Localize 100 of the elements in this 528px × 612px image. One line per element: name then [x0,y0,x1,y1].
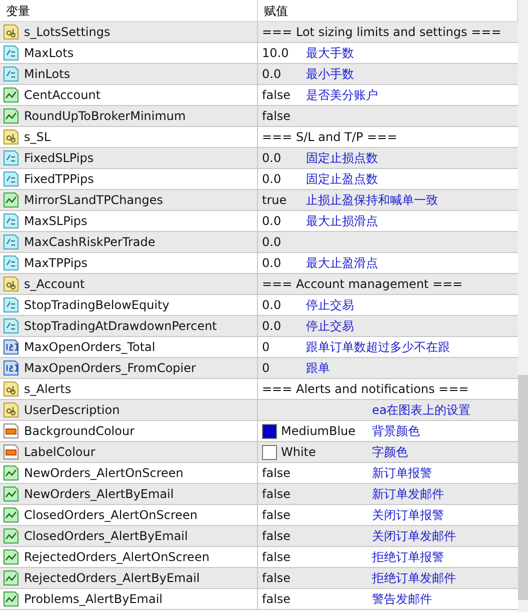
parameter-value[interactable]: 0.0 [262,319,300,333]
annotation-text: 新订单发邮件 [372,486,444,502]
number-type-icon [3,234,19,250]
boolean-type-icon [3,87,19,103]
number-type-icon [3,318,19,334]
number-type-icon [3,213,19,229]
text-type-icon [3,381,19,397]
annotation-text: 关闭订单发邮件 [372,528,456,544]
parameter-value[interactable]: 0.0 [262,214,300,228]
parameter-value[interactable]: false [262,592,366,606]
parameter-value[interactable]: false [262,550,366,564]
parameter-name: FixedTPPips [24,172,94,186]
parameter-name: UserDescription [24,403,120,417]
text-type-icon [3,276,19,292]
parameter-value[interactable]: false [262,466,366,480]
annotation-text: 停止交易 [306,318,354,334]
annotation-text: 新订单报警 [372,464,432,482]
parameter-value[interactable]: 0.0 [262,235,300,249]
number-type-icon [3,45,19,61]
annotation-text: 最小手数 [306,66,354,82]
parameter-value[interactable]: false [262,487,366,501]
parameter-name: MaxTPPips [24,256,88,270]
parameter-name: FixedSLPips [24,151,94,165]
annotation-text: 跟单订单数超过多少不在跟 [306,338,450,356]
parameter-name: MaxOpenOrders_Total [24,340,156,354]
parameter-name: RejectedOrders_AlertOnScreen [24,550,210,564]
annotation-text: 止损止盈保持和喊单一致 [306,192,438,208]
parameter-value[interactable]: false [262,529,366,543]
annotation-text: 固定止损点数 [306,150,378,166]
annotation-text: 字颜色 [372,444,408,460]
parameter-value[interactable]: 10.0 [262,46,300,60]
parameter-name: RoundUpToBrokerMinimum [24,109,186,123]
annotation-text: 是否美分账户 [306,86,378,104]
boolean-type-icon [3,570,19,586]
parameter-value[interactable]: false [262,508,366,522]
parameter-name: Problems_AlertByEmail [24,592,163,606]
parameter-name: ClosedOrders_AlertByEmail [24,529,188,543]
annotation-text: 最大止盈滑点 [306,254,378,272]
number-type-icon [3,66,19,82]
text-type-icon [3,129,19,145]
parameter-value[interactable]: MediumBlue [281,424,356,438]
parameter-name: StopTradingAtDrawdownPercent [24,319,217,333]
scrollbar[interactable] [518,0,528,612]
annotation-text: 拒绝订单报警 [372,548,444,566]
color-type-icon [3,444,19,460]
parameter-value[interactable]: 0.0 [262,172,300,186]
text-type-icon [3,402,19,418]
annotation-text: ea在图表上的设置 [372,402,471,418]
parameter-name: NewOrders_AlertByEmail [24,487,174,501]
annotation-text: 跟单 [306,360,330,376]
parameter-value[interactable]: false [262,571,366,585]
parameter-name: MinLots [24,67,70,81]
parameter-value[interactable]: 0 [262,340,300,354]
parameter-value[interactable]: false [262,88,300,102]
parameter-value[interactable]: 0.0 [262,256,300,270]
parameter-value[interactable]: 0.0 [262,67,300,81]
parameter-value[interactable]: === S/L and T/P === [262,130,398,144]
number-type-icon [3,255,19,271]
parameter-name: MaxOpenOrders_FromCopier [24,361,196,375]
number-type-icon [3,360,19,376]
parameter-name: MirrorSLandTPChanges [24,193,163,207]
parameter-name: RejectedOrders_AlertByEmail [24,571,200,585]
number-type-icon [3,297,19,313]
annotation-text: 关闭订单报警 [372,506,444,524]
boolean-type-icon [3,528,19,544]
parameter-value[interactable]: 0 [262,361,300,375]
parameter-name: NewOrders_AlertOnScreen [24,466,184,480]
text-type-icon [3,24,19,40]
annotation-text: 最大止损滑点 [306,212,378,230]
parameter-name: s_Account [24,277,85,291]
parameter-name: LabelColour [24,445,96,459]
parameter-value[interactable]: White [281,445,316,459]
parameter-name: s_Alerts [24,382,72,396]
parameter-name: MaxSLPips [24,214,88,228]
parameter-value[interactable]: 0.0 [262,151,300,165]
parameter-name: BackgroundColour [24,424,135,438]
annotation-text: 停止交易 [306,296,354,314]
boolean-type-icon [3,549,19,565]
parameter-name: StopTradingBelowEquity [24,298,170,312]
annotation-text: 警告发邮件 [372,590,432,608]
boolean-type-icon [3,507,19,523]
boolean-type-icon [3,591,19,607]
annotation-text: 最大手数 [306,44,354,62]
parameter-name: MaxLots [24,46,74,60]
parameter-name: s_SL [24,130,51,144]
parameter-value[interactable]: === Lot sizing limits and settings === [262,25,502,39]
boolean-type-icon [3,192,19,208]
parameter-value[interactable]: 0.0 [262,298,300,312]
parameter-value[interactable]: true [262,193,300,207]
parameter-value[interactable]: === Alerts and notifications === [262,382,469,396]
number-type-icon [3,171,19,187]
boolean-type-icon [3,108,19,124]
parameter-value[interactable]: false [262,109,300,123]
parameter-name: ClosedOrders_AlertOnScreen [24,508,198,522]
number-type-icon [3,339,19,355]
parameter-name: s_LotsSettings [24,25,110,39]
parameter-value[interactable]: === Account management === [262,277,463,291]
parameter-name: CentAccount [24,88,101,102]
boolean-type-icon [3,465,19,481]
annotation-text: 拒绝订单发邮件 [372,570,456,586]
